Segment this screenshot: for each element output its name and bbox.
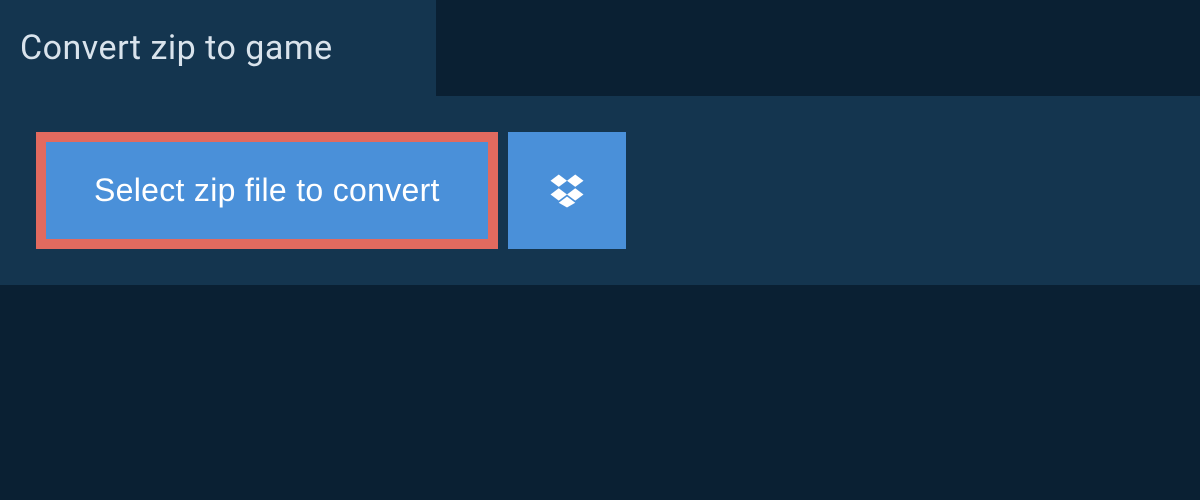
upload-section: Select zip file to convert [0, 96, 1200, 285]
select-file-label: Select zip file to convert [94, 172, 440, 209]
select-file-button[interactable]: Select zip file to convert [36, 132, 498, 249]
dropbox-button[interactable] [508, 132, 626, 249]
dropbox-icon [545, 169, 589, 213]
page-title: Convert zip to game [20, 28, 416, 68]
page-header: Convert zip to game [0, 0, 436, 96]
button-row: Select zip file to convert [36, 132, 1200, 249]
